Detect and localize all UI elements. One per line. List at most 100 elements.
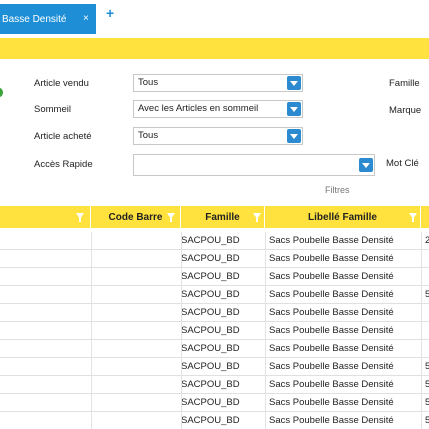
column-header-next[interactable] xyxy=(421,206,429,228)
cell-next: 5 xyxy=(425,415,429,426)
app-window: Basse Densité × + Article vendu Tous Som… xyxy=(0,0,429,429)
funnel-icon[interactable] xyxy=(409,213,417,222)
column-divider xyxy=(421,250,422,268)
column-divider xyxy=(265,376,266,394)
funnel-icon[interactable] xyxy=(253,213,261,222)
column-divider xyxy=(265,232,266,250)
cell-libelle-famille: Sacs Poubelle Basse Densité xyxy=(269,253,394,264)
cell-next xyxy=(425,250,429,268)
table-row[interactable]: SACPOU_BD Sacs Poubelle Basse Densité xyxy=(0,340,429,358)
cell-code-barre xyxy=(95,232,177,250)
cell-code-barre xyxy=(95,358,177,376)
grid-header: Code Barre Famille Libellé Famille xyxy=(0,206,429,228)
chevron-down-icon[interactable] xyxy=(287,129,301,143)
column-divider xyxy=(265,394,266,412)
acces-rapide-input[interactable] xyxy=(133,154,375,176)
cell-code-barre xyxy=(95,322,177,340)
acces-rapide-label: Accès Rapide xyxy=(34,159,93,170)
add-tab-icon[interactable]: + xyxy=(106,5,114,21)
column-title: Famille xyxy=(205,211,240,223)
table-row[interactable]: SACPOU_BD Sacs Poubelle Basse Densité 5 xyxy=(0,358,429,376)
chevron-down-icon[interactable] xyxy=(359,158,373,172)
mot-cle-label: Mot Clé xyxy=(386,158,419,169)
column-header-code-barre[interactable]: Code Barre xyxy=(91,206,181,228)
tab-bar: Basse Densité × + xyxy=(0,0,429,36)
column-divider xyxy=(181,358,182,376)
cell-libelle-famille: Sacs Poubelle Basse Densité xyxy=(269,289,394,300)
cell-code-barre xyxy=(95,250,177,268)
cell-next: 5 xyxy=(425,289,429,300)
filtres-section-label: Filtres xyxy=(325,185,350,195)
sommeil-label: Sommeil xyxy=(34,104,71,115)
cell-famille: SACPOU_BD xyxy=(181,343,240,354)
column-divider xyxy=(181,394,182,412)
column-divider xyxy=(181,322,182,340)
column-divider xyxy=(421,286,422,304)
cell-next: 5 xyxy=(425,379,429,390)
table-row[interactable]: SACPOU_BD Sacs Poubelle Basse Densité 5 xyxy=(0,286,429,304)
table-row[interactable]: SACPOU_BD Sacs Poubelle Basse Densité 5 xyxy=(0,412,429,429)
column-divider xyxy=(265,250,266,268)
column-divider xyxy=(91,376,92,394)
article-vendu-value: Tous xyxy=(138,77,159,88)
cell-code-barre xyxy=(95,394,177,412)
cell-next xyxy=(425,322,429,340)
column-divider xyxy=(421,340,422,358)
close-icon[interactable]: × xyxy=(83,13,89,24)
status-dot-icon xyxy=(0,88,3,97)
cell-code-barre xyxy=(95,286,177,304)
column-divider xyxy=(181,286,182,304)
tab-label: Basse Densité xyxy=(2,13,67,25)
cell-famille: SACPOU_BD xyxy=(181,415,240,426)
cell-famille: SACPOU_BD xyxy=(181,307,240,318)
cell-code-barre xyxy=(95,268,177,286)
column-header-famille[interactable]: Famille xyxy=(181,206,265,228)
column-header-0[interactable] xyxy=(0,206,91,228)
funnel-icon[interactable] xyxy=(76,213,84,222)
cell-libelle-famille: Sacs Poubelle Basse Densité xyxy=(269,343,394,354)
cell-libelle-famille: Sacs Poubelle Basse Densité xyxy=(269,325,394,336)
article-achete-select[interactable]: Tous xyxy=(133,127,303,145)
cell-libelle-famille: Sacs Poubelle Basse Densité xyxy=(269,271,394,282)
column-divider xyxy=(265,340,266,358)
column-title: Libellé Famille xyxy=(308,211,377,223)
cell-code-barre xyxy=(95,412,177,429)
funnel-icon[interactable] xyxy=(167,213,175,222)
column-divider xyxy=(265,268,266,286)
article-achete-value: Tous xyxy=(138,130,159,141)
column-divider xyxy=(265,358,266,376)
sommeil-select[interactable]: Avec les Articles en sommeil xyxy=(133,100,303,118)
column-divider xyxy=(421,412,422,429)
table-row[interactable]: SACPOU_BD Sacs Poubelle Basse Densité 2 xyxy=(0,232,429,250)
column-title: Code Barre xyxy=(108,211,163,223)
table-row[interactable]: SACPOU_BD Sacs Poubelle Basse Densité xyxy=(0,304,429,322)
table-row[interactable]: SACPOU_BD Sacs Poubelle Basse Densité xyxy=(0,268,429,286)
cell-famille: SACPOU_BD xyxy=(181,271,240,282)
column-divider xyxy=(91,268,92,286)
chevron-down-icon[interactable] xyxy=(287,76,301,90)
column-divider xyxy=(265,304,266,322)
tab-basse-densite[interactable]: Basse Densité xyxy=(0,4,96,34)
cell-next xyxy=(425,268,429,286)
chevron-down-icon[interactable] xyxy=(287,102,301,116)
cell-famille: SACPOU_BD xyxy=(181,235,240,246)
column-divider xyxy=(265,286,266,304)
column-divider xyxy=(91,322,92,340)
cell-famille: SACPOU_BD xyxy=(181,253,240,264)
table-row[interactable]: SACPOU_BD Sacs Poubelle Basse Densité 5 xyxy=(0,394,429,412)
famille-label: Famille xyxy=(389,78,420,89)
cell-code-barre xyxy=(95,340,177,358)
table-row[interactable]: SACPOU_BD Sacs Poubelle Basse Densité xyxy=(0,322,429,340)
article-vendu-select[interactable]: Tous xyxy=(133,74,303,92)
column-divider xyxy=(421,322,422,340)
cell-next xyxy=(425,340,429,358)
column-divider xyxy=(421,304,422,322)
column-divider xyxy=(421,376,422,394)
column-divider xyxy=(181,412,182,429)
table-row[interactable]: SACPOU_BD Sacs Poubelle Basse Densité xyxy=(0,250,429,268)
column-divider xyxy=(265,412,266,429)
column-divider xyxy=(421,394,422,412)
column-header-libelle-famille[interactable]: Libellé Famille xyxy=(265,206,421,228)
cell-next: 2 xyxy=(425,235,429,246)
table-row[interactable]: SACPOU_BD Sacs Poubelle Basse Densité 5 xyxy=(0,376,429,394)
